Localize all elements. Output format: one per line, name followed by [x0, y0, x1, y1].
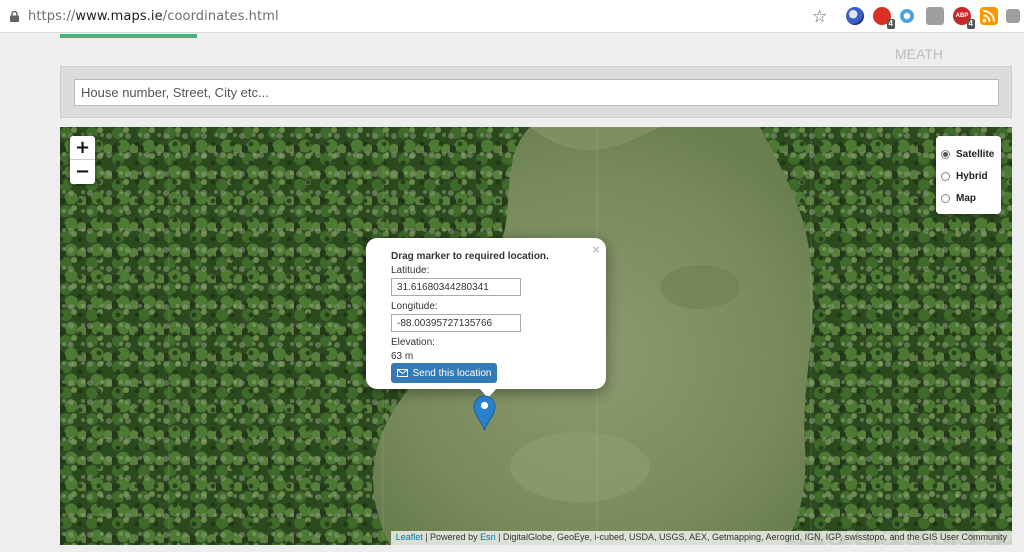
- envelope-icon: [396, 369, 408, 377]
- attribution-text: | Powered by: [422, 532, 481, 542]
- extension-badge: 4: [886, 19, 895, 29]
- radio-button[interactable]: [941, 171, 950, 181]
- zoom-out-button[interactable]: −: [70, 160, 95, 184]
- active-tab-indicator: [60, 34, 197, 38]
- url-field[interactable]: https://www.maps.ie/coordinates.html: [28, 9, 279, 24]
- extension-adblock-icon[interactable]: ABP 4: [953, 7, 975, 29]
- rss-icon[interactable]: [980, 7, 998, 25]
- radio-button-selected[interactable]: [941, 149, 950, 159]
- map-attribution: Leaflet | Powered by Esri | DigitalGlobe…: [390, 531, 1012, 545]
- zoom-control: + −: [70, 136, 95, 184]
- extension-snowflake-icon[interactable]: [900, 9, 914, 23]
- url-host: www.maps.ie: [75, 9, 163, 24]
- send-location-button[interactable]: Send this location: [391, 363, 497, 383]
- popup-title: Drag marker to required location.: [391, 251, 549, 262]
- layer-label: Map: [956, 192, 976, 204]
- lock-icon: [10, 11, 19, 22]
- latitude-label: Latitude:: [391, 265, 430, 276]
- extension-badge: 4: [966, 19, 975, 29]
- layer-option-satellite[interactable]: Satellite: [941, 143, 1001, 165]
- url-scheme: https://: [28, 9, 76, 24]
- elevation-value: 63 m: [391, 351, 414, 362]
- extension-generic-icon[interactable]: [1006, 9, 1020, 23]
- extension-globe-icon[interactable]: [846, 7, 864, 25]
- extension-opera-icon[interactable]: 4: [873, 7, 895, 29]
- longitude-field[interactable]: [391, 314, 521, 332]
- layer-label: Satellite: [956, 148, 995, 160]
- background-map-label: MEATH: [895, 46, 943, 62]
- radio-button[interactable]: [941, 193, 950, 203]
- leaflet-link[interactable]: Leaflet: [396, 532, 423, 542]
- map-marker-icon[interactable]: [473, 395, 496, 431]
- esri-link[interactable]: Esri: [480, 532, 496, 542]
- layer-switcher: Satellite Hybrid Map: [936, 136, 1001, 214]
- latitude-field[interactable]: [391, 278, 521, 296]
- layer-option-hybrid[interactable]: Hybrid: [941, 165, 1001, 187]
- layer-label: Hybrid: [956, 170, 988, 182]
- attribution-text: | DigitalGlobe, GeoEye, i-cubed, USDA, U…: [495, 532, 1007, 542]
- map-view[interactable]: + − Satellite Hybrid Map × Drag marker t…: [60, 127, 1012, 545]
- extension-adblock-label: ABP: [955, 13, 969, 19]
- send-location-label: Send this location: [412, 367, 492, 379]
- longitude-label: Longitude:: [391, 301, 438, 312]
- popup-close-button[interactable]: ×: [592, 242, 600, 257]
- search-panel: [60, 66, 1012, 118]
- elevation-label: Elevation:: [391, 337, 435, 348]
- extension-shield-icon[interactable]: [926, 7, 944, 25]
- browser-address-bar: https://www.maps.ie/coordinates.html ☆ 4…: [0, 0, 1024, 33]
- location-popup: × Drag marker to required location. Lati…: [366, 238, 606, 398]
- layer-option-map[interactable]: Map: [941, 187, 1001, 209]
- bookmark-star-icon[interactable]: ☆: [812, 7, 827, 27]
- url-path: /coordinates.html: [162, 9, 279, 24]
- address-search-input[interactable]: [74, 79, 999, 106]
- zoom-in-button[interactable]: +: [70, 136, 95, 160]
